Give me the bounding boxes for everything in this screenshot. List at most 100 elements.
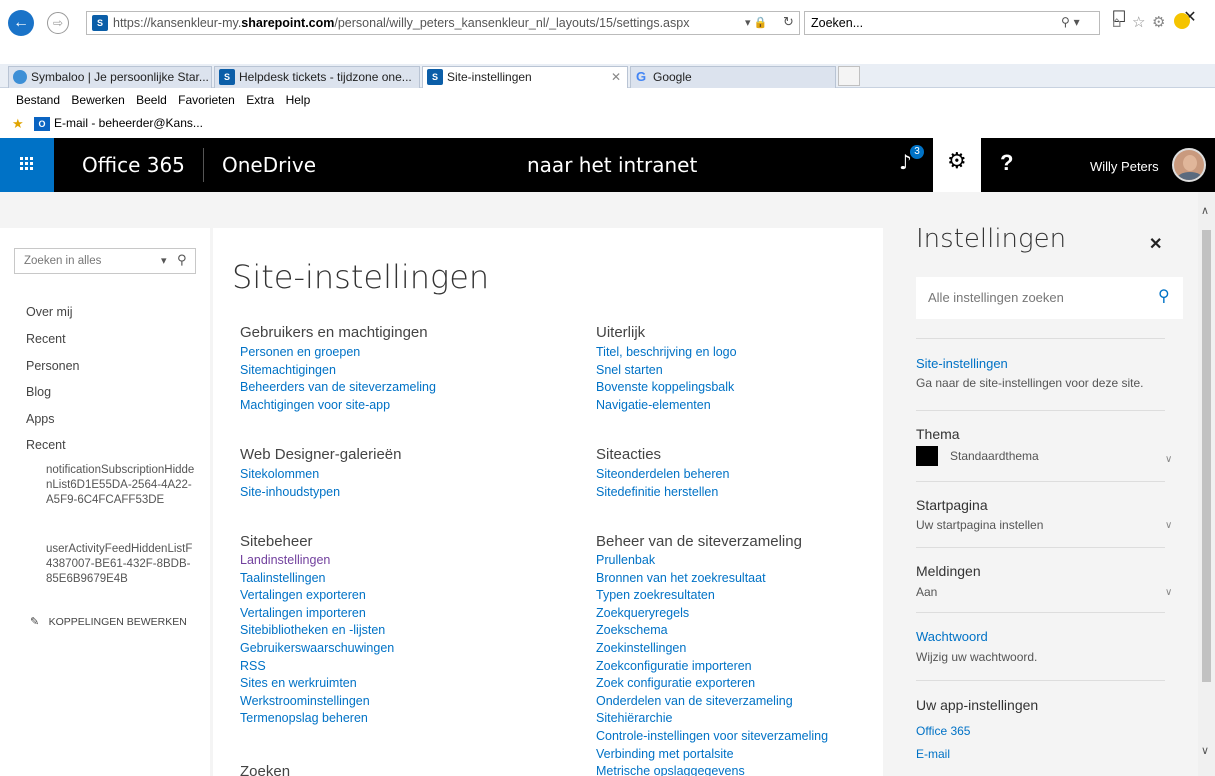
link-metrische-opslaggegevens[interactable]: Metrische opslaggegevens xyxy=(596,763,745,776)
link-zoekinstellingen[interactable]: Zoekinstellingen xyxy=(596,640,686,658)
settings-gear-button[interactable]: ⚙ xyxy=(933,138,981,192)
link-personen-groepen[interactable]: Personen en groepen xyxy=(240,344,360,362)
scroll-down-icon[interactable]: ∨ xyxy=(1201,744,1209,757)
app-link-office365[interactable]: Office 365 xyxy=(916,724,970,738)
gear-icon[interactable]: ⚙ xyxy=(1152,13,1165,31)
menu-beeld[interactable]: Beeld xyxy=(136,93,167,107)
home-icon[interactable]: ⌂ xyxy=(1112,13,1122,31)
link-zoekschema[interactable]: Zoekschema xyxy=(596,622,668,640)
link-taalinstellingen[interactable]: Taalinstellingen xyxy=(240,570,325,588)
scrollbar-thumb[interactable] xyxy=(1202,230,1211,682)
link-sitekolommen[interactable]: Sitekolommen xyxy=(240,466,319,484)
link-gebruikerswaarschuwingen[interactable]: Gebruikerswaarschuwingen xyxy=(240,640,394,658)
password-link[interactable]: Wachtwoord xyxy=(916,629,988,644)
help-button[interactable]: ? xyxy=(981,138,1031,192)
tab-helpdesk[interactable]: S Helpdesk tickets - tijdzone one... xyxy=(214,66,420,88)
favorites-star-add-icon[interactable]: ★ xyxy=(12,117,24,132)
link-navigatie-elementen[interactable]: Navigatie-elementen xyxy=(596,397,711,415)
link-zoekconfiguratie-importeren[interactable]: Zoekconfiguratie importeren xyxy=(596,658,752,676)
close-tab-icon[interactable]: ✕ xyxy=(611,70,621,84)
edit-links-button[interactable]: ✎ KOPPELINGEN BEWERKEN xyxy=(30,614,187,628)
tab-google[interactable]: G Google xyxy=(630,66,836,88)
notifications-button[interactable]: ♪ 3 xyxy=(883,138,933,192)
close-icon[interactable]: ✕ xyxy=(1149,234,1162,254)
menu-help[interactable]: Help xyxy=(286,93,311,107)
chevron-down-icon[interactable]: ∨ xyxy=(1165,587,1172,598)
intranet-link[interactable]: naar het intranet xyxy=(527,153,697,177)
link-typen-zoekresultaten[interactable]: Typen zoekresultaten xyxy=(596,587,715,605)
link-sitemachtigingen[interactable]: Sitemachtigingen xyxy=(240,362,336,380)
favorites-star-icon[interactable]: ☆ xyxy=(1132,13,1145,31)
nav-recent[interactable]: Recent xyxy=(26,332,66,346)
new-tab-button[interactable] xyxy=(838,66,860,86)
refresh-icon[interactable]: ↻ xyxy=(783,15,794,30)
app-launcher-button[interactable] xyxy=(0,138,54,192)
panel-title: Instellingen xyxy=(916,224,1067,254)
favorite-item-email[interactable]: O E-mail - beheerder@Kans... xyxy=(34,116,203,131)
link-vertalingen-exporteren[interactable]: Vertalingen exporteren xyxy=(240,587,366,605)
link-bronnen-zoekresultaat[interactable]: Bronnen van het zoekresultaat xyxy=(596,570,766,588)
link-verbinding-portalsite[interactable]: Verbinding met portalsite xyxy=(596,746,734,764)
left-search-input[interactable]: Zoeken in alles ▾ ⚲ xyxy=(14,248,196,274)
nav-personen[interactable]: Personen xyxy=(26,359,80,373)
search-icon[interactable]: ⚲ xyxy=(1158,286,1170,305)
link-rss[interactable]: RSS xyxy=(240,658,266,676)
link-zoekconfiguratie-exporteren[interactable]: Zoek configuratie exporteren xyxy=(596,675,755,693)
tab-symbaloo[interactable]: Symbaloo | Je persoonlijke Star... xyxy=(8,66,212,88)
left-search-placeholder: Zoeken in alles xyxy=(24,255,102,267)
panel-search-input[interactable]: Alle instellingen zoeken ⚲ xyxy=(916,277,1183,319)
link-beheerders[interactable]: Beheerders van de siteverzameling xyxy=(240,379,436,397)
forward-button[interactable]: ⇨ xyxy=(47,12,69,34)
notif-value[interactable]: Aan xyxy=(916,585,937,599)
page-scrollbar[interactable]: ∧ ∨ xyxy=(1198,192,1215,776)
scroll-up-icon[interactable]: ∧ xyxy=(1201,204,1209,217)
search-icon[interactable]: ⚲ xyxy=(177,253,187,268)
nav-recent-2[interactable]: Recent xyxy=(26,438,66,452)
start-value[interactable]: Uw startpagina instellen xyxy=(916,518,1043,532)
tab-site-instellingen[interactable]: S Site-instellingen ✕ xyxy=(422,66,628,88)
help-icon: ? xyxy=(1000,150,1014,175)
chevron-down-icon[interactable]: ▾ xyxy=(161,254,167,267)
menu-favorieten[interactable]: Favorieten xyxy=(178,93,235,107)
smiley-icon[interactable] xyxy=(1174,13,1190,29)
link-siteonderdelen-beheren[interactable]: Siteonderdelen beheren xyxy=(596,466,729,484)
nav-apps[interactable]: Apps xyxy=(26,412,55,426)
address-bar[interactable]: S https://kansenkleur-my.sharepoint.com/… xyxy=(86,11,800,35)
menu-bestand[interactable]: Bestand xyxy=(16,93,60,107)
link-onderdelen-siteverzameling[interactable]: Onderdelen van de siteverzameling xyxy=(596,693,793,711)
link-landinstellingen[interactable]: Landinstellingen xyxy=(240,552,330,570)
office365-brand[interactable]: Office 365 xyxy=(82,153,185,177)
link-bovenste-koppelingsbalk[interactable]: Bovenste koppelingsbalk xyxy=(596,379,734,397)
link-site-inhoudstypen[interactable]: Site-inhoudstypen xyxy=(240,484,340,502)
nav-blog[interactable]: Blog xyxy=(26,385,51,399)
nav-recent-item[interactable]: notificationSubscriptionHiddenList6D1E55… xyxy=(46,463,196,508)
chevron-down-icon[interactable]: ∨ xyxy=(1165,520,1172,531)
link-werkstroominstellingen[interactable]: Werkstroominstellingen xyxy=(240,693,370,711)
onedrive-app-title[interactable]: OneDrive xyxy=(222,153,316,177)
link-sitebibliotheken[interactable]: Sitebibliotheken en -lijsten xyxy=(240,622,385,640)
link-vertalingen-importeren[interactable]: Vertalingen importeren xyxy=(240,605,366,623)
link-prullenbak[interactable]: Prullenbak xyxy=(596,552,655,570)
link-sites-werkruimten[interactable]: Sites en werkruimten xyxy=(240,675,357,693)
link-termenopslag[interactable]: Termenopslag beheren xyxy=(240,710,368,728)
link-titel-beschrijving-logo[interactable]: Titel, beschrijving en logo xyxy=(596,344,737,362)
menu-extra[interactable]: Extra xyxy=(246,93,274,107)
theme-value[interactable]: Standaardthema xyxy=(950,449,1039,463)
link-sitedefinitie-herstellen[interactable]: Sitedefinitie herstellen xyxy=(596,484,718,502)
chevron-down-icon[interactable]: ∨ xyxy=(1165,454,1172,465)
browser-search-input[interactable]: Zoeken... ⚲ ▾ xyxy=(804,11,1100,35)
back-button[interactable]: ← xyxy=(8,10,34,36)
nav-recent-item[interactable]: userActivityFeedHiddenListF4387007-BE61-… xyxy=(46,542,196,587)
user-name[interactable]: Willy Peters xyxy=(1090,159,1159,174)
link-zoekqueryregels[interactable]: Zoekqueryregels xyxy=(596,605,689,623)
link-controle-instellingen[interactable]: Controle-instellingen voor siteverzameli… xyxy=(596,728,828,746)
link-machtigingen-site-app[interactable]: Machtigingen voor site-app xyxy=(240,397,390,415)
app-link-email[interactable]: E-mail xyxy=(916,747,950,761)
link-snel-starten[interactable]: Snel starten xyxy=(596,362,663,380)
panel-site-settings-link[interactable]: Site-instellingen xyxy=(916,356,1008,371)
nav-over-mij[interactable]: Over mij xyxy=(26,305,73,319)
link-sitehierarchie[interactable]: Sitehiërarchie xyxy=(596,710,672,728)
menu-bewerken[interactable]: Bewerken xyxy=(71,93,124,107)
search-icon[interactable]: ⚲ ▾ xyxy=(1061,15,1080,29)
avatar[interactable] xyxy=(1172,148,1206,182)
